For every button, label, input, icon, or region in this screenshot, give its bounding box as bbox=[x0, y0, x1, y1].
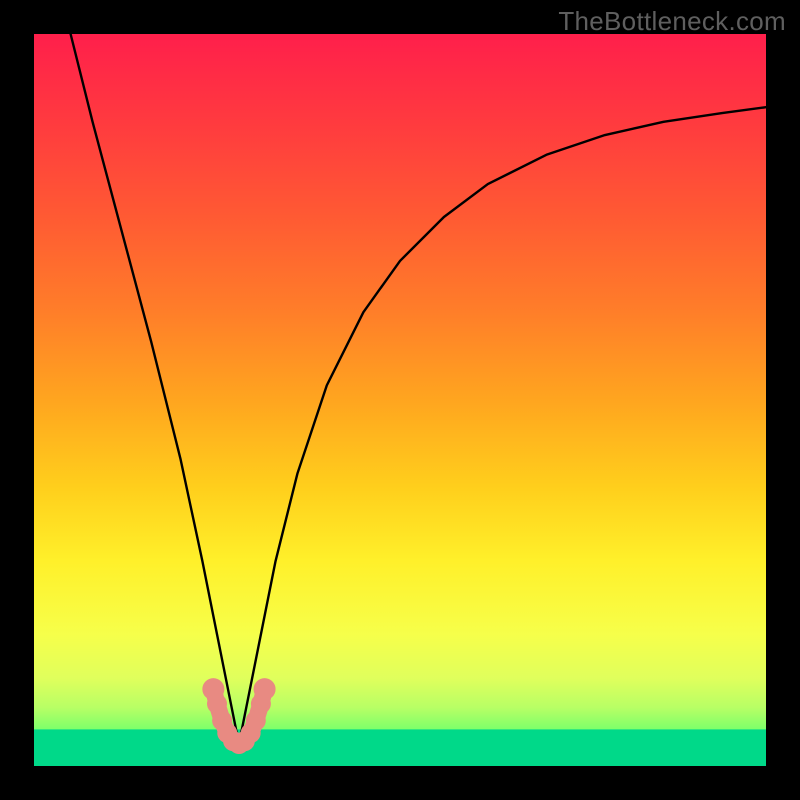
watermark-text: TheBottleneck.com bbox=[558, 6, 786, 37]
valley-marker-dot bbox=[254, 678, 276, 700]
plot-background bbox=[34, 34, 766, 766]
bottleneck-chart bbox=[0, 0, 800, 800]
chart-frame: TheBottleneck.com bbox=[0, 0, 800, 800]
valley-marker-dot bbox=[246, 711, 266, 731]
valley-marker-dot bbox=[207, 694, 227, 714]
green-zone-band bbox=[34, 729, 766, 766]
